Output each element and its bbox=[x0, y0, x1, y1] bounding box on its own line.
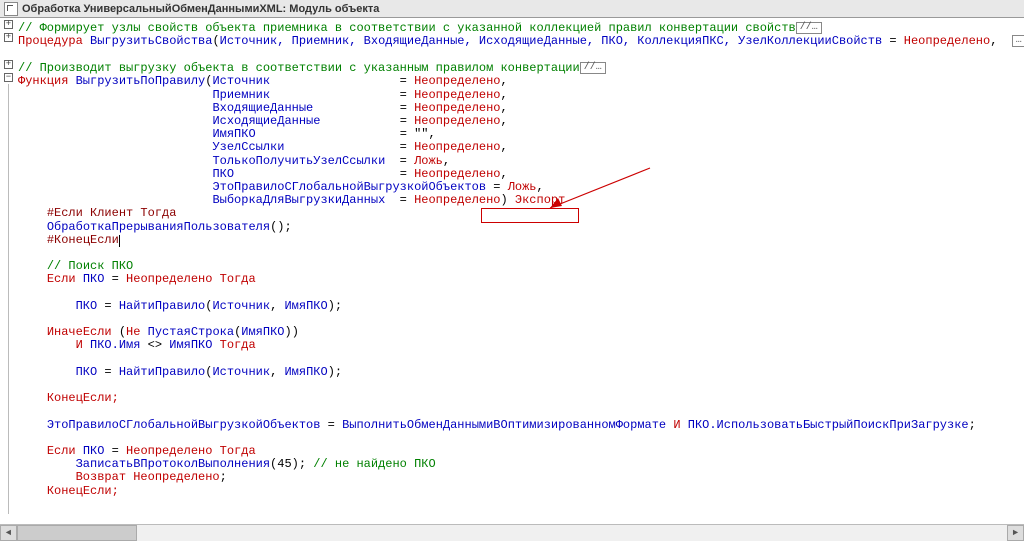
text-cursor bbox=[119, 235, 120, 247]
value: Неопределено bbox=[904, 35, 990, 49]
fold-toggle[interactable]: − bbox=[4, 73, 13, 82]
fold-toggle[interactable]: + bbox=[4, 60, 13, 69]
params: Источник, Приемник, ВходящиеДанные, Исхо… bbox=[220, 35, 883, 49]
preprocessor: #КонецЕсли bbox=[47, 233, 119, 247]
fold-ellipsis[interactable]: //… bbox=[580, 62, 606, 74]
identifier: ВыгрузитьСвойства bbox=[90, 35, 212, 49]
fold-gutter: + + + − bbox=[0, 18, 18, 523]
fold-guide bbox=[8, 84, 9, 514]
keyword: КонецЕсли; bbox=[47, 484, 119, 498]
fold-ellipsis[interactable]: … bbox=[1012, 35, 1024, 47]
scroll-thumb[interactable] bbox=[17, 525, 137, 541]
code-body[interactable]: // Формирует узлы свойств объекта приемн… bbox=[18, 22, 1024, 498]
fold-toggle[interactable]: + bbox=[4, 33, 13, 42]
preprocessor: #Если Клиент Тогда bbox=[47, 206, 177, 220]
fold-ellipsis[interactable]: //… bbox=[796, 22, 822, 34]
keyword: Функция bbox=[18, 74, 76, 88]
scroll-right-button[interactable]: ► bbox=[1007, 525, 1024, 541]
scroll-left-button[interactable]: ◄ bbox=[0, 525, 17, 541]
comment: // Поиск ПКО bbox=[47, 259, 133, 273]
keyword: Процедура bbox=[18, 35, 90, 49]
comment: // Производит выгрузку объекта в соответ… bbox=[18, 61, 580, 75]
keyword: КонецЕсли; bbox=[47, 391, 119, 405]
horizontal-scrollbar[interactable]: ◄ ► bbox=[0, 524, 1024, 541]
title-text: Обработка УниверсальныйОбменДаннымиXML: … bbox=[22, 3, 379, 15]
fold-toggle[interactable]: + bbox=[4, 20, 13, 29]
comment: // Формирует узлы свойств объекта приемн… bbox=[18, 21, 796, 35]
module-icon bbox=[4, 2, 18, 16]
call: ОбработкаПрерыванияПользователя bbox=[47, 220, 270, 234]
identifier: ВыгрузитьПоПравилу bbox=[76, 74, 206, 88]
code-editor[interactable]: + + + − // Формирует узлы свойств объект… bbox=[0, 18, 1024, 523]
title-bar: Обработка УниверсальныйОбменДаннымиXML: … bbox=[0, 0, 1024, 18]
scroll-track[interactable] bbox=[17, 525, 1007, 541]
export-keyword: Экспорт bbox=[515, 193, 565, 207]
